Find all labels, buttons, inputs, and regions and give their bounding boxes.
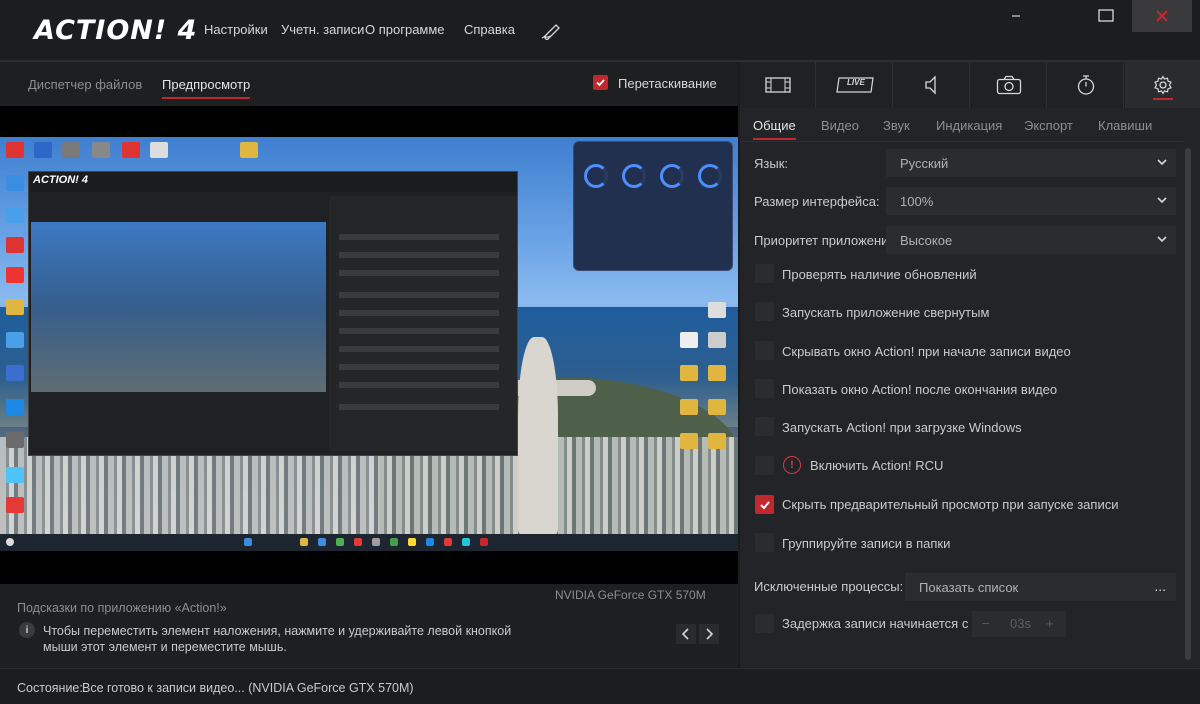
hide-preview-checkbox[interactable] <box>755 495 774 514</box>
subtab-video[interactable]: Видео <box>821 118 859 133</box>
chevron-down-icon <box>1157 197 1167 204</box>
mode-tab-bar: LIVE <box>740 62 1200 108</box>
subtab-audio[interactable]: Звук <box>883 118 910 133</box>
record-delay-label: Задержка записи начинается с <box>782 616 969 631</box>
app-logo: ACTION! 4 <box>34 15 198 46</box>
start-minimized-label: Запускать приложение свернутым <box>782 305 990 320</box>
status-text: Все готово к записи видео... (NVIDIA GeF… <box>82 681 414 695</box>
menu-help[interactable]: Справка <box>464 22 515 37</box>
settings-scrollbar[interactable] <box>1185 148 1191 660</box>
tab-screenshot[interactable] <box>971 62 1047 108</box>
menu-settings[interactable]: Настройки <box>204 22 268 37</box>
drag-label: Перетаскивание <box>618 76 717 91</box>
warning-icon: ! <box>783 456 801 474</box>
more-icon: ... <box>1154 578 1166 594</box>
start-minimized-checkbox[interactable] <box>755 302 774 321</box>
tab-live[interactable]: LIVE <box>817 62 893 108</box>
timer-icon <box>1077 75 1094 95</box>
tips-prev-button[interactable] <box>676 624 696 644</box>
subtab-export[interactable]: Экспорт <box>1024 118 1073 133</box>
info-icon: i <box>19 622 35 638</box>
interface-size-select[interactable]: 100% <box>886 187 1176 215</box>
tips-title: Подсказки по приложению «Action!» <box>17 601 227 615</box>
tab-audio[interactable] <box>894 62 970 108</box>
close-button[interactable] <box>1132 0 1192 32</box>
delay-stepper[interactable]: − 03s + <box>972 611 1066 637</box>
priority-label: Приоритет приложения <box>754 233 896 248</box>
gear-icon <box>1154 75 1172 95</box>
delay-minus-button[interactable]: − <box>982 616 990 631</box>
tab-timer[interactable] <box>1048 62 1124 108</box>
excluded-processes-value: Показать список <box>919 580 1019 595</box>
priority-value: Высокое <box>900 233 953 248</box>
hide-on-record-checkbox[interactable] <box>755 341 774 360</box>
delay-plus-button[interactable]: + <box>1046 616 1054 631</box>
close-icon <box>1156 10 1168 22</box>
maximize-button[interactable] <box>1076 0 1136 32</box>
preview-area: ACTION! 4 <box>0 106 738 584</box>
subtab-general[interactable]: Общие <box>753 118 796 140</box>
interface-size-value: 100% <box>900 194 934 209</box>
tab-preview[interactable]: Предпросмотр <box>162 77 251 99</box>
language-label: Язык: <box>754 156 788 171</box>
run-on-startup-checkbox[interactable] <box>755 417 774 436</box>
enable-rcu-checkbox[interactable] <box>755 456 774 475</box>
chevron-down-icon <box>1157 159 1167 166</box>
tab-file-manager[interactable]: Диспетчер файлов <box>28 77 142 92</box>
show-after-record-label: Показать окно Action! после окончания ви… <box>782 382 1058 397</box>
record-delay-checkbox[interactable] <box>755 614 774 633</box>
pen-icon[interactable] <box>541 20 563 40</box>
show-after-record-checkbox[interactable] <box>755 379 774 398</box>
status-bar: Состояние: Все готово к записи видео... … <box>0 668 1200 704</box>
live-label: LIVE <box>847 78 865 87</box>
tips-text: Чтобы переместить элемент наложения, наж… <box>43 624 512 654</box>
excluded-processes-button[interactable]: Показать список ... <box>905 573 1176 601</box>
delay-value: 03s <box>1010 616 1031 631</box>
hide-on-record-label: Скрывать окно Action! при начале записи … <box>782 344 1071 359</box>
interface-size-label: Размер интерфейса: <box>754 194 880 209</box>
drag-checkbox[interactable] <box>593 75 608 90</box>
language-select[interactable]: Русский <box>886 149 1176 177</box>
gpu-label: NVIDIA GeForce GTX 570M <box>555 588 706 602</box>
run-on-startup-label: Запускать Action! при загрузке Windows <box>782 420 1022 435</box>
subtab-indication[interactable]: Индикация <box>936 118 1002 133</box>
excluded-processes-label: Исключенные процессы: <box>754 579 904 594</box>
enable-rcu-label: Включить Action! RCU <box>810 458 944 473</box>
title-bar: ACTION! 4 Настройки Учетн. записи О прог… <box>0 0 1200 60</box>
language-value: Русский <box>900 156 949 171</box>
subtab-hotkeys[interactable]: Клавиши <box>1098 118 1152 133</box>
chevron-right-icon <box>706 628 714 640</box>
chevron-down-icon <box>1157 236 1167 243</box>
menu-about[interactable]: О программе <box>365 22 445 37</box>
menu-accounts[interactable]: Учетн. записи <box>281 22 364 37</box>
film-icon <box>764 77 791 93</box>
check-updates-checkbox[interactable] <box>755 264 774 283</box>
check-updates-label: Проверять наличие обновлений <box>782 267 977 282</box>
speaker-icon <box>924 75 936 95</box>
minimize-button[interactable] <box>986 0 1046 32</box>
hide-preview-label: Скрыть предварительный просмотр при запу… <box>782 497 1119 512</box>
tab-settings[interactable] <box>1125 62 1200 108</box>
priority-select[interactable]: Высокое <box>886 226 1176 254</box>
checkmark-icon <box>759 500 770 509</box>
status-label: Состояние: <box>17 681 83 695</box>
group-records-checkbox[interactable] <box>755 533 774 552</box>
camera-icon <box>996 75 1021 95</box>
chevron-left-icon <box>681 628 689 640</box>
tips-next-button[interactable] <box>699 624 719 644</box>
preview-image[interactable]: ACTION! 4 <box>0 137 738 551</box>
divider <box>740 141 1185 142</box>
tab-video-recording[interactable] <box>740 62 816 108</box>
group-records-label: Группируйте записи в папки <box>782 536 951 551</box>
